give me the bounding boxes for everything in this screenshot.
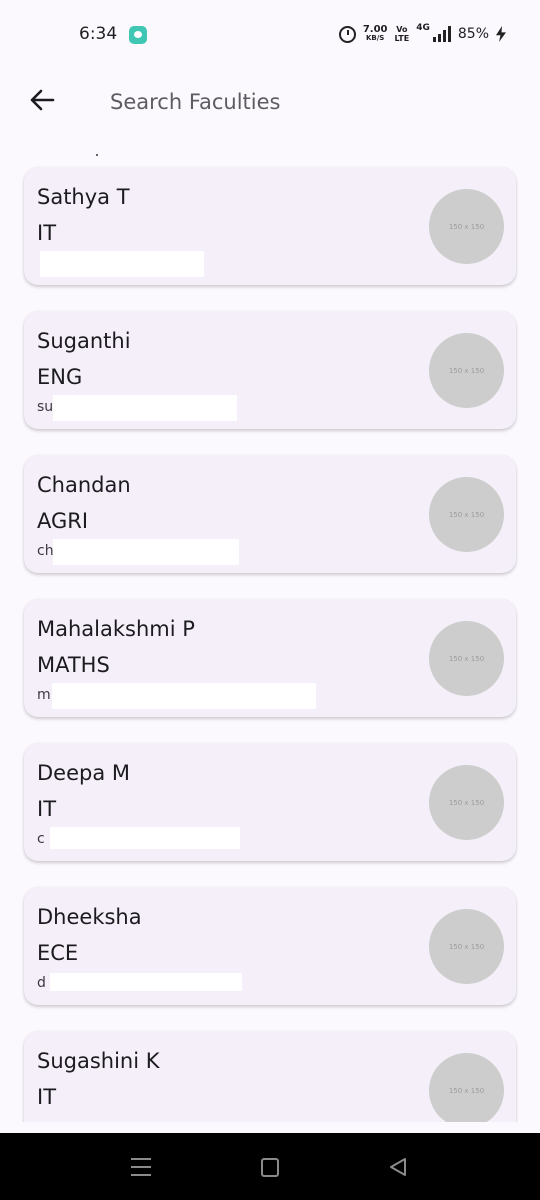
alarm-icon <box>338 25 356 43</box>
avatar-placeholder-text: 150 x 150 <box>448 222 485 231</box>
network-speed: 7.00 KB/S <box>363 25 388 43</box>
faculty-avatar: 150 x 150 <box>429 1053 504 1122</box>
avatar-placeholder-text: 150 x 150 <box>448 1086 485 1095</box>
avatar-placeholder-text: 150 x 150 <box>448 510 485 519</box>
faculty-department: IT <box>37 221 57 245</box>
faculty-list[interactable]: Sathya T IT 150 x 150 Suganthi ENG su 15… <box>0 132 540 1122</box>
email-redaction <box>53 539 239 565</box>
faculty-name: Deepa M <box>37 761 131 785</box>
volte-indicator: Vo LTE <box>395 25 410 43</box>
network-type: 4G <box>416 23 430 33</box>
faculty-avatar: 150 x 150 <box>429 621 504 696</box>
faculty-avatar: 150 x 150 <box>429 477 504 552</box>
faculty-name: Suganthi <box>37 329 131 353</box>
faculty-card[interactable]: Suganthi ENG su 150 x 150 <box>24 311 516 429</box>
email-redaction <box>40 251 204 277</box>
volte-bottom: LTE <box>394 34 410 43</box>
back-triangle-icon[interactable] <box>388 1157 408 1177</box>
avatar-placeholder-text: 150 x 150 <box>448 654 485 663</box>
charging-icon <box>496 26 506 42</box>
status-time: 6:34 <box>79 24 118 44</box>
faculty-name: Sugashini K <box>37 1049 160 1073</box>
faculty-card[interactable]: Deepa M IT c 150 x 150 <box>24 743 516 861</box>
back-button[interactable] <box>22 80 62 120</box>
faculty-name: Chandan <box>37 473 131 497</box>
recent-apps-icon[interactable] <box>131 1158 151 1176</box>
faculty-department: AGRI <box>37 509 89 533</box>
email-redaction <box>50 973 242 991</box>
faculty-email: c <box>37 831 45 847</box>
faculty-card[interactable]: Sathya T IT 150 x 150 <box>24 167 516 285</box>
status-icons: 7.00 KB/S Vo LTE 4G 85% <box>338 22 506 46</box>
faculty-email: ch <box>37 543 54 559</box>
faculty-avatar: 150 x 150 <box>429 333 504 408</box>
faculty-department: IT <box>37 797 57 821</box>
app-bar <box>0 70 540 132</box>
faculty-department: IT <box>37 1085 57 1109</box>
signal-icon <box>432 26 451 42</box>
faculty-card[interactable]: Mahalakshmi P MATHS m 150 x 150 <box>24 599 516 717</box>
faculty-department: ENG <box>37 365 83 389</box>
status-bar: 6:34 7.00 KB/S Vo LTE 4G 85% <box>0 0 540 70</box>
faculty-email: su <box>37 399 54 415</box>
network-speed-value: 7.00 <box>362 24 388 35</box>
faculty-avatar: 150 x 150 <box>429 189 504 264</box>
faculty-name: Sathya T <box>37 185 130 209</box>
faculty-avatar: 150 x 150 <box>429 765 504 840</box>
faculty-card[interactable]: Dheeksha ECE d 150 x 150 <box>24 887 516 1005</box>
volte-top: Vo <box>396 25 408 34</box>
faculty-card[interactable]: Sugashini K IT 150 x 150 <box>24 1031 516 1122</box>
chat-app-icon <box>129 26 147 44</box>
system-nav-bar <box>0 1133 540 1200</box>
faculty-email: d <box>37 975 46 991</box>
battery-level: 85% <box>457 26 489 42</box>
email-redaction <box>52 683 316 709</box>
faculty-card[interactable]: Chandan AGRI ch 150 x 150 <box>24 455 516 573</box>
search-input[interactable] <box>108 84 492 120</box>
avatar-placeholder-text: 150 x 150 <box>448 798 485 807</box>
faculty-email: m <box>37 687 51 703</box>
arrow-left-icon <box>30 89 55 111</box>
email-redaction <box>53 395 237 421</box>
faculty-department: ECE <box>37 941 79 965</box>
home-icon[interactable] <box>261 1158 279 1177</box>
avatar-placeholder-text: 150 x 150 <box>448 942 485 951</box>
faculty-department: MATHS <box>37 653 110 677</box>
divider-dot <box>96 154 98 156</box>
faculty-avatar: 150 x 150 <box>429 909 504 984</box>
avatar-placeholder-text: 150 x 150 <box>448 366 485 375</box>
faculty-name: Mahalakshmi P <box>37 617 195 641</box>
network-speed-unit: KB/S <box>365 34 385 42</box>
email-redaction <box>50 827 240 849</box>
faculty-name: Dheeksha <box>37 905 142 929</box>
